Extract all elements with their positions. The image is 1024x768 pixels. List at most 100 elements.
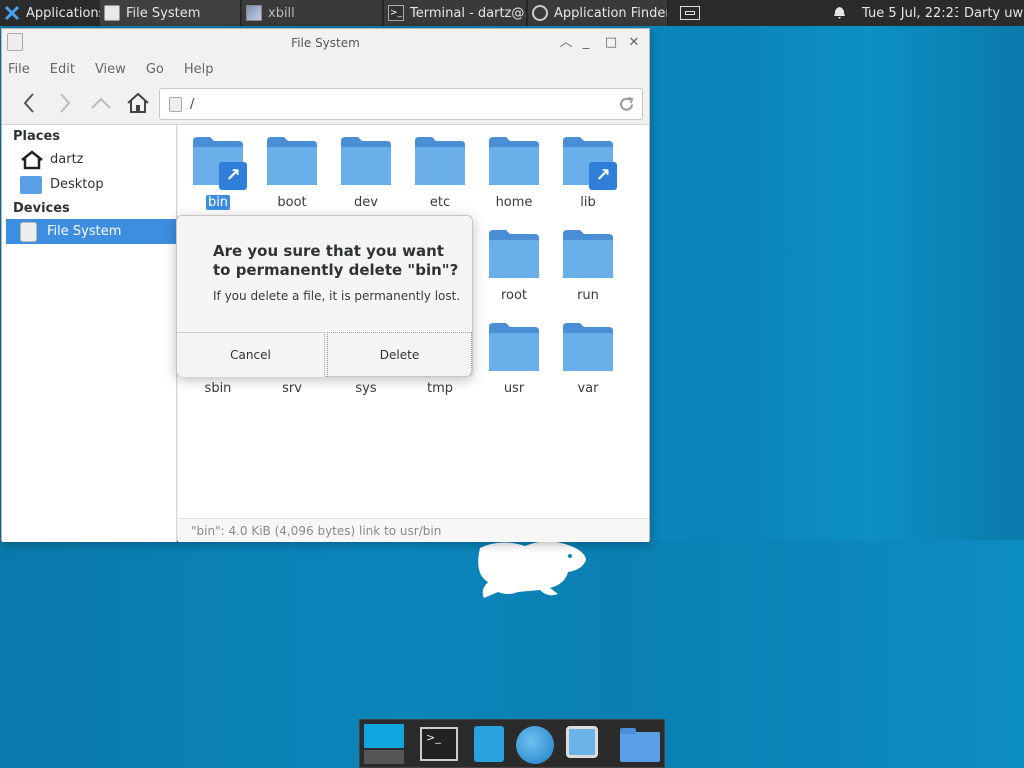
devices-heading: Devices: [13, 201, 70, 216]
xfce-mouse-logo: [478, 541, 586, 598]
dialog-title: Are you sure that you want to permanentl…: [213, 242, 459, 279]
location-path: /: [190, 96, 195, 112]
sidebar-item-label: dartz: [50, 152, 84, 167]
file-name: srv: [282, 381, 302, 396]
menu-edit[interactable]: Edit: [50, 62, 75, 77]
clock[interactable]: Tue 5 Jul, 22:23: [862, 0, 958, 26]
up-button[interactable]: [88, 91, 114, 115]
file-item-root[interactable]: root: [477, 218, 551, 304]
folder-icon: [341, 137, 391, 185]
menubar: File Edit View Go Help: [2, 57, 649, 81]
dock: >_: [359, 719, 665, 768]
menu-file[interactable]: File: [8, 62, 30, 77]
task-label: Application Finder: [554, 5, 668, 21]
app-finder-icon[interactable]: [564, 724, 604, 764]
folder-icon: [415, 137, 465, 185]
applications-menu[interactable]: Applications ⋮: [0, 0, 100, 26]
close-icon[interactable]: ✕: [626, 35, 642, 51]
search-icon: [532, 5, 548, 21]
menu-view[interactable]: View: [95, 62, 126, 77]
home-icon: [127, 92, 149, 113]
cancel-button[interactable]: Cancel: [177, 332, 325, 377]
file-name: usr: [503, 381, 525, 396]
delete-confirm-dialog: Are you sure that you want to permanentl…: [176, 215, 473, 377]
sidebar: Places dartz Desktop Devices File System: [2, 125, 177, 542]
notifications-bell-icon[interactable]: [828, 0, 850, 26]
task-label: Terminal - dartz@...: [410, 5, 527, 21]
folder-icon: [489, 137, 539, 185]
file-name: tmp: [426, 381, 453, 396]
menu-go[interactable]: Go: [146, 62, 164, 77]
file-item-var[interactable]: var: [551, 311, 625, 397]
titlebar[interactable]: File System ︿ _ □ ✕: [2, 29, 649, 57]
task-terminal[interactable]: >_ Terminal - dartz@...: [384, 0, 527, 26]
desktop-icon: [20, 175, 42, 194]
workspace-icon: [680, 6, 700, 20]
file-item-run[interactable]: run: [551, 218, 625, 304]
web-browser-icon[interactable]: [514, 724, 554, 764]
task-label: xbill: [268, 5, 295, 21]
forward-arrow-icon: [60, 93, 71, 113]
location-drive-icon: [169, 96, 182, 112]
workspace-switcher[interactable]: [676, 0, 704, 26]
folder-icon: [267, 137, 317, 185]
maximize-icon[interactable]: □: [603, 35, 619, 51]
folder-icon: [489, 323, 539, 371]
sidebar-item-label: Desktop: [50, 177, 104, 192]
file-item-boot[interactable]: boot: [255, 125, 329, 211]
up-arrow-icon: [91, 97, 111, 109]
file-name: bin: [205, 195, 231, 210]
sidebar-item-dartz[interactable]: dartz: [2, 147, 176, 172]
dialog-message: If you delete a file, it is permanently …: [213, 289, 461, 303]
file-item-bin[interactable]: ↗ bin: [181, 125, 255, 211]
folder-icon: [563, 323, 613, 371]
menu-help[interactable]: Help: [184, 62, 214, 77]
user-menu[interactable]: Darty uwu: [964, 0, 1024, 26]
terminal-icon[interactable]: >_: [418, 724, 458, 764]
file-item-home[interactable]: home: [477, 125, 551, 211]
folder-icon[interactable]: [618, 724, 660, 764]
drive-icon: [104, 5, 120, 21]
file-name: boot: [277, 195, 307, 210]
symlink-arrow-icon: ↗: [589, 162, 617, 190]
toolbar: /: [2, 81, 649, 125]
reload-icon[interactable]: [618, 96, 635, 113]
sidebar-item-desktop[interactable]: Desktop: [2, 172, 176, 197]
home-button[interactable]: [125, 91, 151, 115]
file-item-dev[interactable]: dev: [329, 125, 403, 211]
location-bar[interactable]: /: [159, 88, 643, 120]
sidebar-item-label: File System: [47, 224, 122, 239]
file-name: sys: [355, 381, 377, 396]
file-name: sbin: [204, 381, 232, 396]
back-arrow-icon: [23, 93, 34, 113]
file-name: dev: [354, 195, 378, 210]
forward-button[interactable]: [52, 91, 78, 115]
symlink-arrow-icon: ↗: [219, 162, 247, 190]
sidebar-item-file-system[interactable]: File System: [6, 219, 176, 244]
home-icon: [21, 149, 43, 169]
file-item-lib[interactable]: ↗ lib: [551, 125, 625, 211]
file-name: var: [577, 381, 599, 396]
show-desktop-icon[interactable]: [364, 724, 404, 764]
shade-icon[interactable]: ︿: [558, 35, 574, 51]
files-drive-icon[interactable]: [468, 724, 508, 764]
window-title: File System: [291, 36, 360, 50]
terminal-icon: >_: [388, 5, 404, 21]
file-name: home: [495, 195, 533, 210]
xfce-logo-icon: [4, 5, 20, 21]
delete-button[interactable]: Delete: [327, 332, 472, 377]
task-xbill[interactable]: xbill: [242, 0, 383, 26]
task-app-finder[interactable]: Application Finder: [528, 0, 668, 26]
minimize-icon[interactable]: _: [578, 35, 594, 51]
file-item-etc[interactable]: etc: [403, 125, 477, 211]
xbill-icon: [246, 5, 262, 21]
folder-icon: [563, 230, 613, 278]
task-label: File System: [126, 5, 201, 21]
file-name: root: [500, 288, 528, 303]
top-panel: Applications ⋮ File System xbill >_ Term…: [0, 0, 1024, 26]
file-item-usr[interactable]: usr: [477, 311, 551, 397]
applications-label: Applications: [26, 5, 100, 21]
task-file-system[interactable]: File System: [100, 0, 241, 26]
file-name: run: [577, 288, 599, 303]
back-button[interactable]: [16, 91, 42, 115]
